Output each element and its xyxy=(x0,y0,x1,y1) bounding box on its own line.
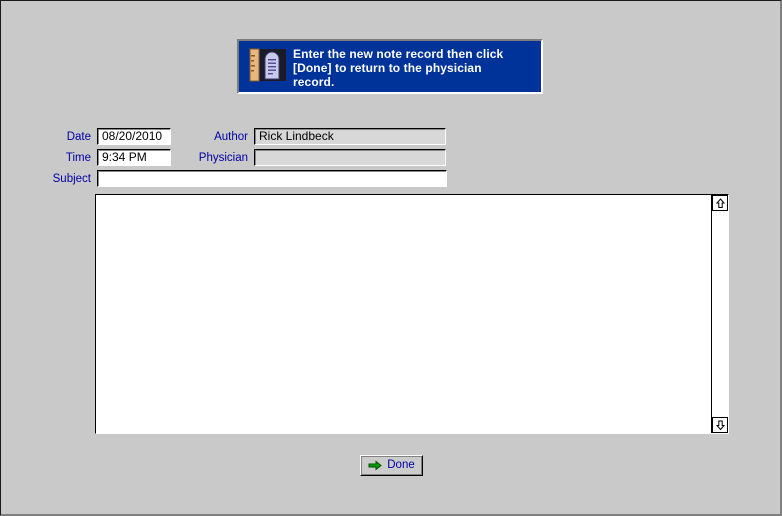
field-row-date: Date 08/20/2010 xyxy=(45,128,171,145)
note-body-container xyxy=(95,194,729,434)
time-input[interactable]: 9:34 PM xyxy=(97,149,171,166)
subject-label: Subject xyxy=(52,172,91,185)
done-button-label: Done xyxy=(387,459,415,471)
instruction-line-1: Enter the new note record then click xyxy=(293,47,504,61)
field-row-physician: Physician xyxy=(186,149,446,166)
author-label: Author xyxy=(214,130,248,143)
instruction-line-3: record. xyxy=(293,75,335,89)
arrow-down-icon[interactable] xyxy=(712,417,728,433)
field-row-subject: Subject xyxy=(45,170,447,187)
note-body-textarea[interactable] xyxy=(96,195,711,433)
field-row-time: Time 9:34 PM xyxy=(45,149,171,166)
scrollbar-track[interactable] xyxy=(712,211,728,417)
arrow-up-icon[interactable] xyxy=(712,195,728,211)
note-entry-window: Enter the new note record then click [Do… xyxy=(0,0,782,516)
date-label: Date xyxy=(66,130,91,143)
date-input[interactable]: 08/20/2010 xyxy=(97,128,171,145)
physician-input[interactable] xyxy=(254,149,446,166)
time-label: Time xyxy=(65,151,91,164)
subject-input[interactable] xyxy=(97,170,447,187)
physician-label: Physician xyxy=(198,151,248,164)
done-button[interactable]: Done xyxy=(360,455,423,476)
field-row-author: Author Rick Lindbeck xyxy=(186,128,446,145)
author-input[interactable]: Rick Lindbeck xyxy=(254,128,446,145)
instruction-text: Enter the new note record then click [Do… xyxy=(293,47,509,89)
green-right-arrow-icon xyxy=(368,460,383,471)
note-body-scrollbar[interactable] xyxy=(711,195,728,433)
note-document-ruler-icon xyxy=(247,47,287,85)
instruction-line-2: [Done] to return to the physician xyxy=(293,61,482,75)
instruction-banner: Enter the new note record then click [Do… xyxy=(237,39,543,94)
